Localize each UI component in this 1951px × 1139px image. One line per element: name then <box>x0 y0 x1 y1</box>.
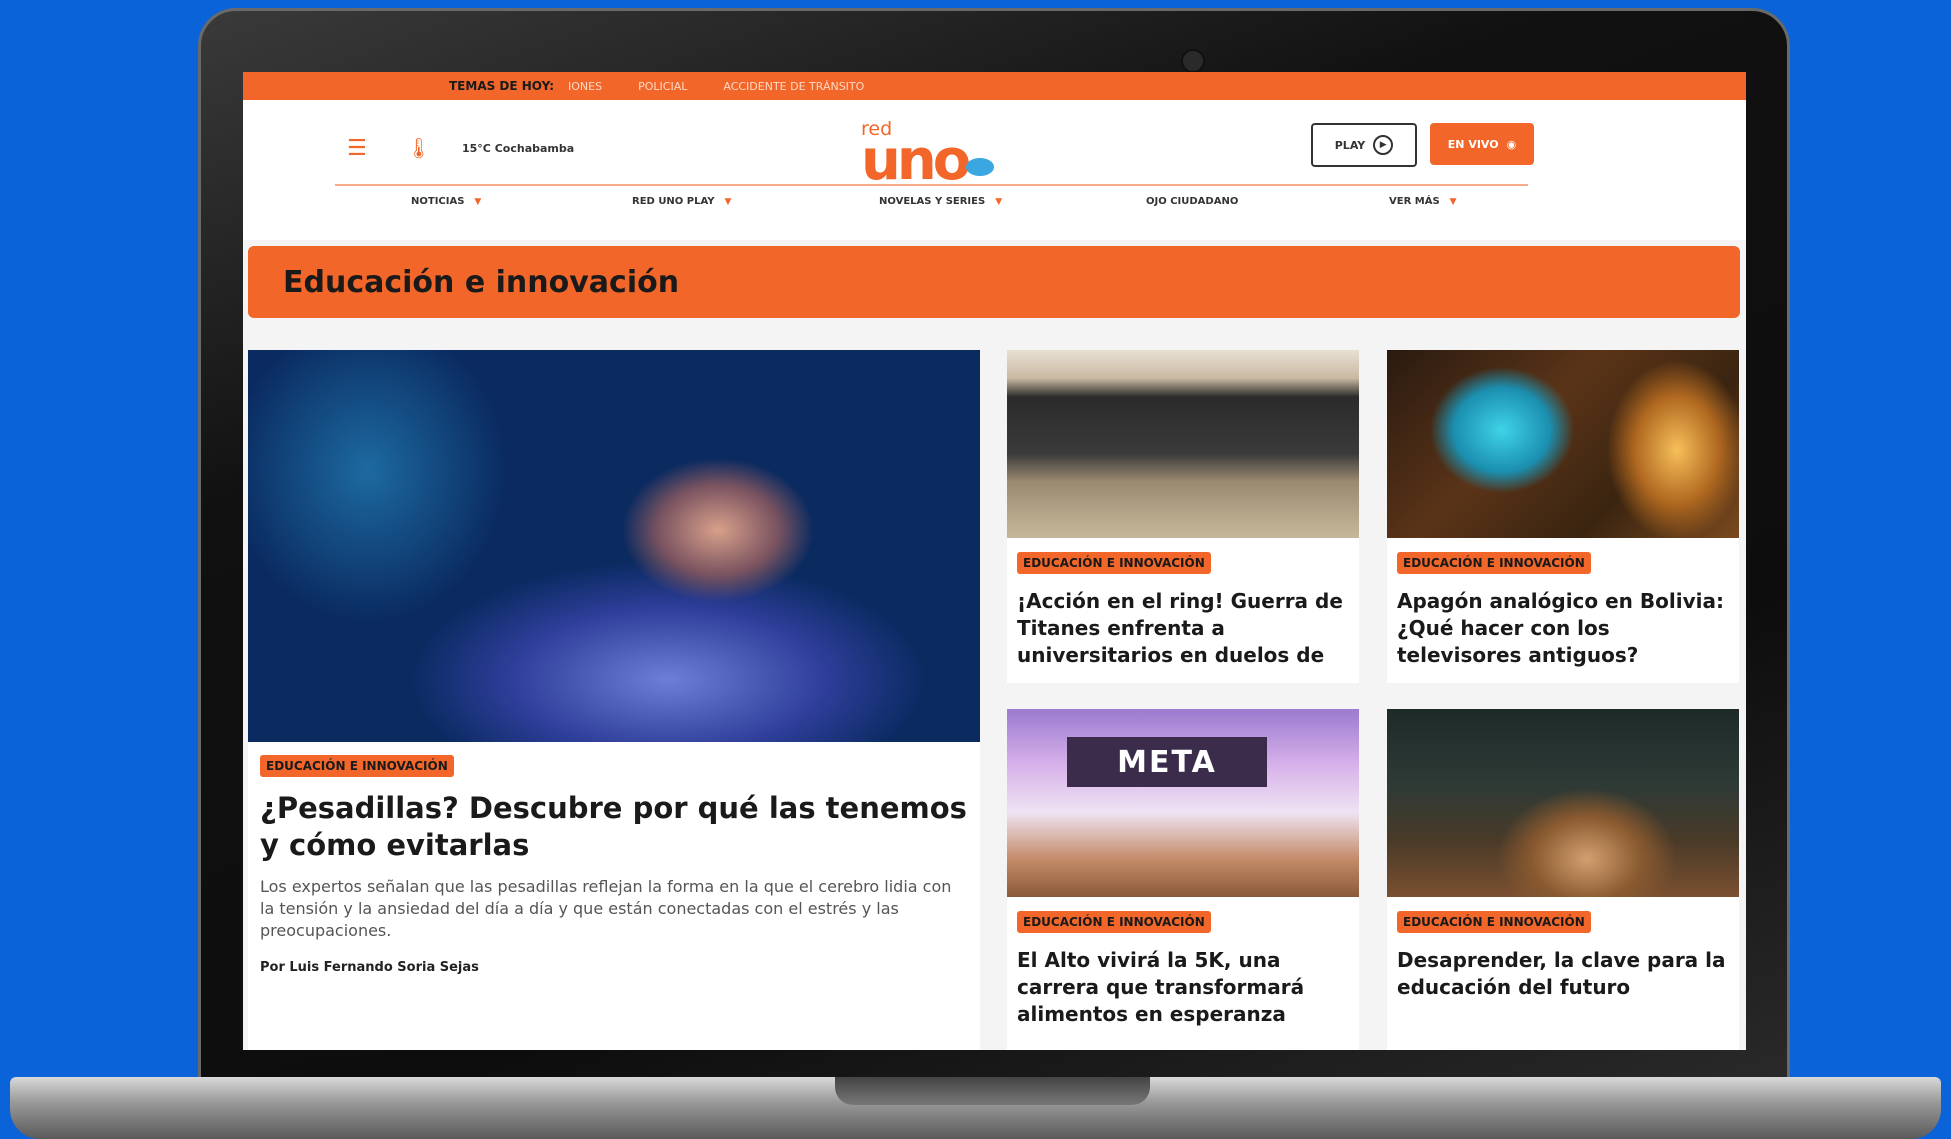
weather-text: 15°C Cochabamba <box>462 142 575 155</box>
menu-icon[interactable]: ☰ <box>347 136 367 161</box>
meta-banner-text: META <box>1067 737 1267 787</box>
nav-item-noticias[interactable]: NOTICIAS ▼ <box>411 196 481 207</box>
camera-icon <box>1181 49 1205 73</box>
broadcast-icon: ◉ <box>1506 137 1517 151</box>
chevron-down-icon: ▼ <box>1449 196 1457 207</box>
logo-uno-text: uno <box>861 128 971 193</box>
featured-summary: Los expertos señalan que las pesadillas … <box>260 877 952 940</box>
topic-link[interactable]: ACCIDENTE DE TRÁNSITO <box>723 80 864 93</box>
nav-label: RED UNO PLAY <box>632 196 715 207</box>
live-button[interactable]: EN VIVO ◉ <box>1430 123 1534 165</box>
browser-screen: TEMAS DE HOY: IONES POLICIAL ACCIDENTE D… <box>243 72 1746 1050</box>
article-card[interactable]: META EDUCACIÓN E INNOVACIÓN El Alto vivi… <box>1007 709 1359 1050</box>
chevron-down-icon: ▼ <box>724 196 732 207</box>
card-title[interactable]: Apagón analógico en Bolivia: ¿Qué hacer … <box>1397 588 1733 669</box>
topic-link[interactable]: POLICIAL <box>638 80 687 93</box>
card-image[interactable]: META <box>1007 709 1359 897</box>
site-header: ☰ 🌡 15°C Cochabamba red uno PLAY ▶ EN VI… <box>243 100 1746 240</box>
nav-item-red-uno-play[interactable]: RED UNO PLAY ▼ <box>632 196 731 207</box>
chevron-down-icon: ▼ <box>474 196 482 207</box>
card-title[interactable]: Desaprender, la clave para la educación … <box>1397 947 1733 1001</box>
section-title: Educación e innovación <box>283 264 680 300</box>
card-image[interactable] <box>1007 350 1359 538</box>
topic-link[interactable]: IONES <box>568 80 602 93</box>
topics-label: TEMAS DE HOY: <box>449 79 555 93</box>
header-divider <box>335 184 1528 186</box>
play-button-label: PLAY <box>1334 138 1366 152</box>
section-banner: Educación e innovación <box>248 246 1740 318</box>
featured-title[interactable]: ¿Pesadillas? Descubre por qué las tenemo… <box>260 790 980 864</box>
card-title[interactable]: ¡Acción en el ring! Guerra de Titanes en… <box>1017 588 1353 669</box>
category-tag[interactable]: EDUCACIÓN E INNOVACIÓN <box>1397 911 1591 933</box>
card-title[interactable]: El Alto vivirá la 5K, una carrera que tr… <box>1017 947 1353 1028</box>
play-button[interactable]: PLAY ▶ <box>1311 123 1417 167</box>
category-tag[interactable]: EDUCACIÓN E INNOVACIÓN <box>1397 552 1591 574</box>
nav-item-ojo-ciudadano[interactable]: OJO CIUDADANO <box>1146 196 1238 207</box>
nav-label: NOVELAS Y SERIES <box>879 196 986 207</box>
article-card[interactable]: EDUCACIÓN E INNOVACIÓN Apagón analógico … <box>1387 350 1739 683</box>
nav-label: NOTICIAS <box>411 196 465 207</box>
nav-label: VER MÁS <box>1389 196 1440 207</box>
category-tag[interactable]: EDUCACIÓN E INNOVACIÓN <box>1017 552 1211 574</box>
nav-label: OJO CIUDADANO <box>1146 196 1239 207</box>
featured-image[interactable] <box>248 350 980 742</box>
thermometer-icon: 🌡 <box>406 136 432 160</box>
topics-bar: TEMAS DE HOY: IONES POLICIAL ACCIDENTE D… <box>243 72 1746 100</box>
laptop-notch <box>835 1077 1150 1105</box>
card-image[interactable] <box>1387 709 1739 897</box>
live-button-label: EN VIVO <box>1447 137 1499 151</box>
chevron-down-icon: ▼ <box>995 196 1003 207</box>
category-tag[interactable]: EDUCACIÓN E INNOVACIÓN <box>260 755 454 777</box>
nav-item-ver-mas[interactable]: VER MÁS ▼ <box>1389 196 1457 207</box>
nav-item-novelas-series[interactable]: NOVELAS Y SERIES ▼ <box>879 196 1002 207</box>
featured-author: Por Luis Fernando Soria Sejas <box>260 960 479 975</box>
article-card[interactable]: EDUCACIÓN E INNOVACIÓN ¡Acción en el rin… <box>1007 350 1359 683</box>
category-tag[interactable]: EDUCACIÓN E INNOVACIÓN <box>1017 911 1211 933</box>
article-card[interactable]: EDUCACIÓN E INNOVACIÓN Desaprender, la c… <box>1387 709 1739 1050</box>
play-icon: ▶ <box>1373 135 1394 155</box>
logo-eye-icon <box>966 158 994 176</box>
featured-article[interactable]: EDUCACIÓN E INNOVACIÓN ¿Pesadillas? Desc… <box>248 350 980 1050</box>
site-logo[interactable]: red uno <box>861 118 1011 193</box>
card-image[interactable] <box>1387 350 1739 538</box>
main-nav: NOTICIAS ▼ RED UNO PLAY ▼ NOVELAS Y SERI… <box>243 196 1746 222</box>
